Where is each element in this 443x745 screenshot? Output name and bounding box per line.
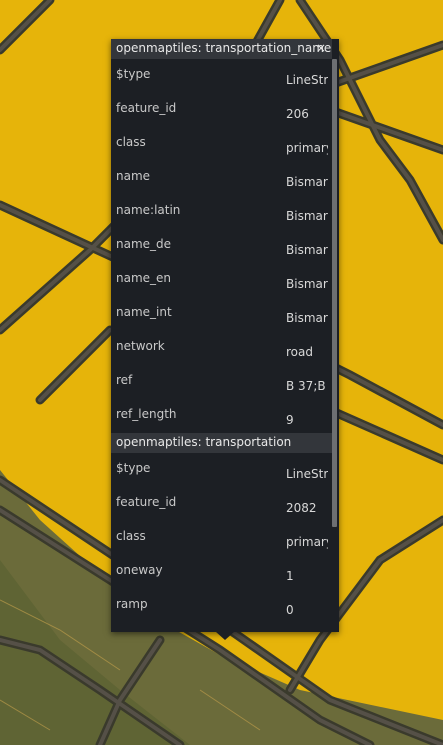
property-value: primary <box>286 141 328 155</box>
property-key: name_en <box>116 271 172 285</box>
property-row: class primary <box>111 521 332 555</box>
property-value: 9 <box>286 413 294 427</box>
property-value: Bismarckstraße <box>286 175 328 189</box>
layer-title: openmaptiles: transportation <box>116 435 292 449</box>
property-row: $type LineString <box>111 453 332 487</box>
property-key: class <box>116 529 146 543</box>
property-row: ref B 37;B 3 <box>111 365 332 399</box>
property-value: B 37;B 3 <box>286 379 328 393</box>
property-row: name_int Bismarckstraße <box>111 297 332 331</box>
property-value: 1 <box>286 569 294 583</box>
popup-scrollbar[interactable] <box>332 59 337 527</box>
property-key: feature_id <box>116 101 177 115</box>
property-row: oneway 1 <box>111 555 332 589</box>
property-value: 0 <box>286 603 294 617</box>
property-row: feature_id 206 <box>111 93 332 127</box>
property-value: LineString <box>286 467 328 481</box>
popup-pointer <box>216 632 234 640</box>
property-key: ref <box>116 373 133 387</box>
property-key: ref_length <box>116 407 177 421</box>
property-key: oneway <box>116 563 163 577</box>
close-icon[interactable]: × <box>316 39 326 58</box>
layer-section-header: openmaptiles: transportation_name × <box>111 39 332 59</box>
property-value: 206 <box>286 107 309 121</box>
property-key: $type <box>116 67 151 81</box>
property-key: name:latin <box>116 203 181 217</box>
property-key: $type <box>116 461 151 475</box>
feature-inspect-popup: openmaptiles: transportation_name × $type L… <box>111 39 339 632</box>
popup-content: openmaptiles: transportation_name × $type L… <box>111 39 332 632</box>
property-value: 2082 <box>286 501 317 515</box>
layer-section-header: openmaptiles: transportation <box>111 433 332 453</box>
property-key: name_de <box>116 237 172 251</box>
property-key: name <box>116 169 151 183</box>
property-row: feature_id 2082 <box>111 487 332 521</box>
property-key: name_int <box>116 305 172 319</box>
property-row: name_en Bismarckstraße <box>111 263 332 297</box>
property-value: Bismarckstraße <box>286 311 328 325</box>
property-value: primary <box>286 535 328 549</box>
property-row: name:latin Bismarckstraße <box>111 195 332 229</box>
property-row: class primary <box>111 127 332 161</box>
property-row: network road <box>111 331 332 365</box>
layer-title: openmaptiles: transportation_name <box>116 41 332 55</box>
property-value: road <box>286 345 313 359</box>
property-value: Bismarckstraße <box>286 209 328 223</box>
property-row: name Bismarckstraße <box>111 161 332 195</box>
property-key: ramp <box>116 597 148 611</box>
property-row: ramp 0 <box>111 589 332 623</box>
property-row: ref_length 9 <box>111 399 332 433</box>
property-key: class <box>116 135 146 149</box>
property-value: Bismarckstraße <box>286 277 328 291</box>
property-key: feature_id <box>116 495 177 509</box>
property-value: LineString <box>286 73 328 87</box>
property-value: Bismarckstraße <box>286 243 328 257</box>
property-row: name_de Bismarckstraße <box>111 229 332 263</box>
property-key: network <box>116 339 165 353</box>
property-row: $type LineString <box>111 59 332 93</box>
